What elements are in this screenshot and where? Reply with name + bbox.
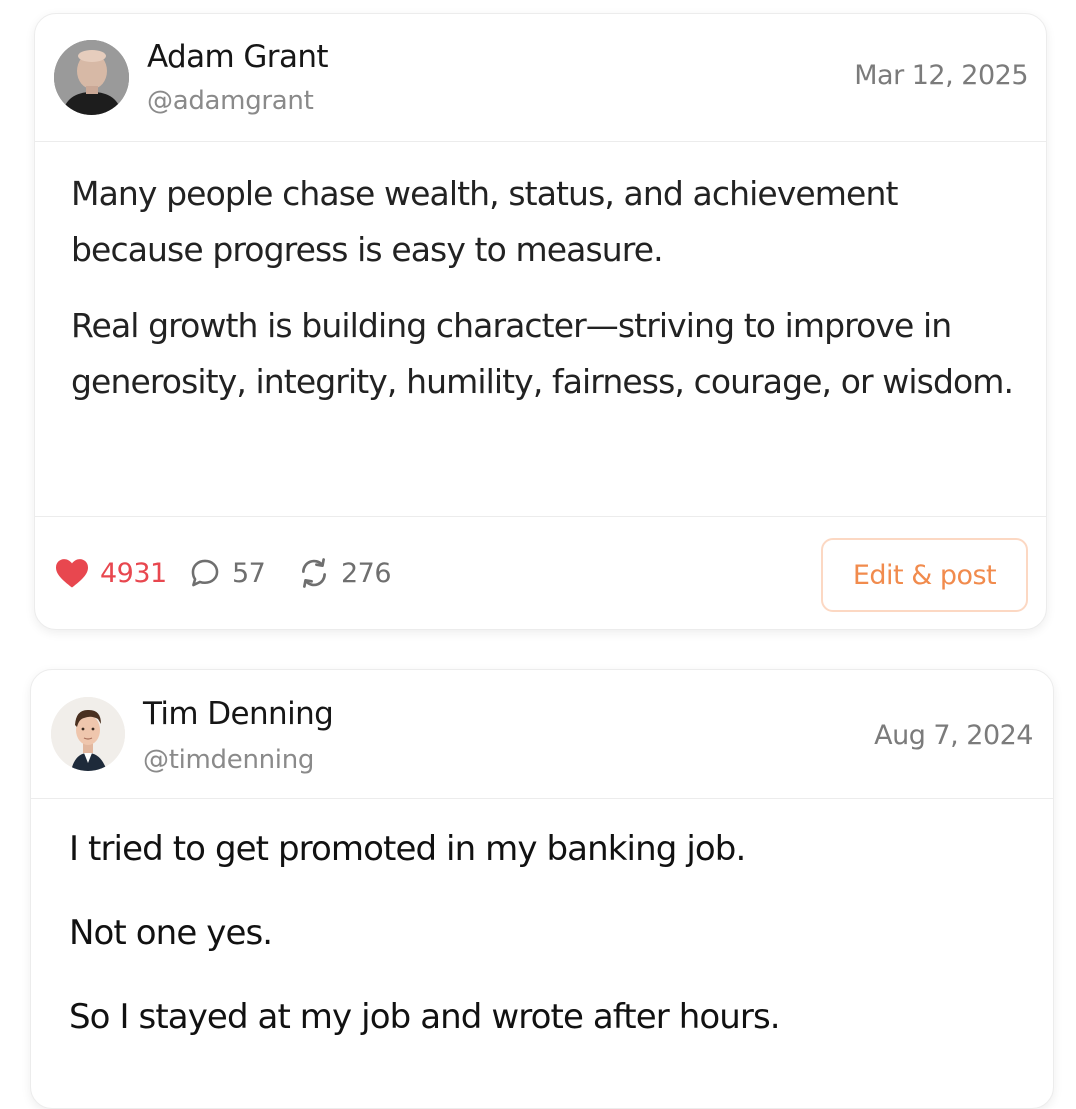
repost-button[interactable]: 276 [297,517,392,629]
post-card: Adam Grant @adamgrant Mar 12, 2025 Many … [34,13,1047,630]
post-footer: 4931 57 276 Edit & post [35,517,1046,629]
comment-count: 57 [232,557,266,589]
comment-button[interactable]: 57 [188,517,266,629]
repost-count: 276 [341,557,392,589]
repost-icon [297,556,331,590]
like-button[interactable]: 4931 [54,517,167,629]
post-paragraph: Many people chase wealth, status, and ac… [71,174,898,269]
avatar[interactable] [51,697,125,771]
post-header: Adam Grant @adamgrant Mar 12, 2025 [35,14,1046,142]
post-body: Many people chase wealth, status, and ac… [35,142,1046,517]
post-paragraph: I tried to get promoted in my banking jo… [69,829,746,869]
avatar[interactable] [54,40,129,115]
comment-bubble-icon [188,556,222,590]
post-date: Aug 7, 2024 [874,720,1033,751]
author-handle[interactable]: @adamgrant [147,86,314,116]
author-handle[interactable]: @timdenning [143,745,314,775]
heart-icon [54,557,90,589]
post-card: Tim Denning @timdenning Aug 7, 2024 I tr… [30,669,1054,1109]
post-paragraph: So I stayed at my job and wrote after ho… [69,997,781,1037]
edit-and-post-button[interactable]: Edit & post [821,538,1028,612]
post-date: Mar 12, 2025 [854,60,1028,91]
post-paragraph: Not one yes. [69,913,273,953]
like-count: 4931 [100,557,167,589]
post-header: Tim Denning @timdenning Aug 7, 2024 [31,670,1053,799]
author-name[interactable]: Adam Grant [147,39,329,75]
post-body: I tried to get promoted in my banking jo… [31,799,1053,1045]
post-paragraph: Real growth is building character—strivi… [71,306,1014,401]
author-name[interactable]: Tim Denning [143,696,334,732]
